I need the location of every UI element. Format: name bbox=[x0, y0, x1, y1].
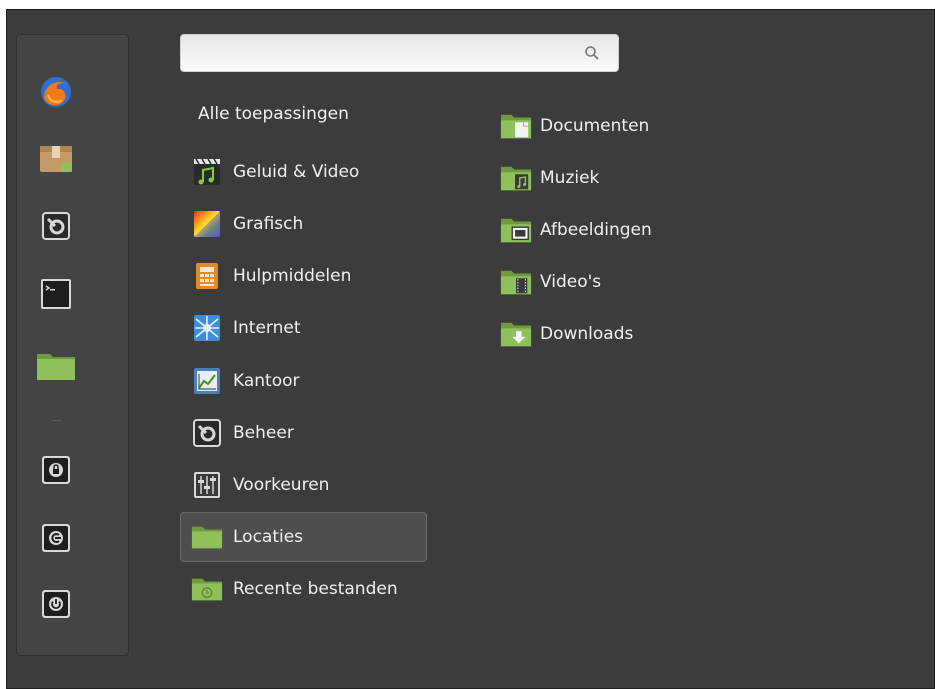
music-folder-icon bbox=[500, 162, 532, 194]
place-label: Documenten bbox=[540, 116, 650, 136]
files-launcher[interactable] bbox=[36, 346, 76, 386]
category-places[interactable]: Locaties bbox=[180, 512, 427, 562]
firefox-launcher[interactable] bbox=[36, 72, 76, 112]
logout-icon bbox=[42, 524, 70, 552]
category-preferences[interactable]: Voorkeuren bbox=[180, 460, 427, 510]
place-pictures[interactable]: Afbeeldingen bbox=[500, 210, 652, 250]
category-administration[interactable]: Beheer bbox=[180, 408, 427, 458]
power-icon bbox=[42, 590, 70, 618]
terminal-icon bbox=[41, 279, 71, 309]
favorites-bar bbox=[16, 34, 129, 656]
places-folder-icon bbox=[191, 521, 223, 553]
category-label: Beheer bbox=[233, 423, 294, 443]
settings-icon bbox=[42, 212, 70, 240]
place-label: Afbeeldingen bbox=[540, 220, 652, 240]
place-videos[interactable]: Video's bbox=[500, 262, 601, 302]
place-label: Muziek bbox=[540, 168, 600, 188]
sound-video-icon bbox=[191, 156, 223, 188]
firefox-icon bbox=[41, 77, 71, 107]
place-documents[interactable]: Documenten bbox=[500, 106, 649, 146]
lock-icon bbox=[42, 456, 70, 484]
folder-icon bbox=[37, 354, 75, 380]
shutdown-button[interactable] bbox=[36, 584, 76, 624]
place-music[interactable]: Muziek bbox=[500, 158, 599, 198]
all-applications-item[interactable]: Alle toepassingen bbox=[198, 104, 349, 124]
terminal-launcher[interactable] bbox=[36, 274, 76, 314]
pictures-folder-icon bbox=[500, 214, 532, 246]
preferences-icon bbox=[191, 469, 223, 501]
recent-files-icon bbox=[191, 573, 223, 605]
logout-button[interactable] bbox=[36, 518, 76, 558]
category-label: Geluid & Video bbox=[233, 162, 360, 182]
favorites-separator bbox=[52, 420, 62, 421]
accessories-icon bbox=[191, 260, 223, 292]
search-input[interactable] bbox=[189, 41, 573, 67]
category-recent-files[interactable]: Recente bestanden bbox=[180, 564, 427, 614]
category-accessories[interactable]: Hulpmiddelen bbox=[180, 251, 427, 301]
lock-screen-button[interactable] bbox=[36, 450, 76, 490]
category-graphics[interactable]: Grafisch bbox=[180, 199, 427, 249]
category-office[interactable]: Kantoor bbox=[180, 356, 427, 406]
place-label: Downloads bbox=[540, 324, 634, 344]
category-label: Voorkeuren bbox=[233, 475, 330, 495]
category-label: Locaties bbox=[233, 527, 304, 547]
package-icon bbox=[40, 146, 72, 172]
videos-folder-icon bbox=[500, 266, 532, 298]
settings-launcher[interactable] bbox=[36, 206, 76, 246]
category-label: Hulpmiddelen bbox=[233, 266, 352, 286]
graphics-icon bbox=[191, 208, 223, 240]
place-label: Video's bbox=[540, 272, 602, 292]
place-downloads[interactable]: Downloads bbox=[500, 314, 633, 354]
downloads-folder-icon bbox=[500, 318, 532, 350]
category-label: Recente bestanden bbox=[233, 579, 398, 599]
documents-folder-icon bbox=[500, 110, 532, 142]
search-box[interactable] bbox=[180, 34, 619, 72]
category-internet[interactable]: Internet bbox=[180, 303, 427, 353]
category-sound-video[interactable]: Geluid & Video bbox=[180, 147, 427, 197]
category-label: Grafisch bbox=[233, 214, 304, 234]
administration-icon bbox=[191, 417, 223, 449]
category-label: Kantoor bbox=[233, 371, 300, 391]
menu-window bbox=[6, 9, 935, 689]
office-icon bbox=[191, 365, 223, 397]
package-launcher[interactable] bbox=[36, 139, 76, 179]
internet-icon bbox=[191, 312, 223, 344]
search-icon bbox=[584, 45, 600, 65]
category-label: Internet bbox=[233, 318, 301, 338]
